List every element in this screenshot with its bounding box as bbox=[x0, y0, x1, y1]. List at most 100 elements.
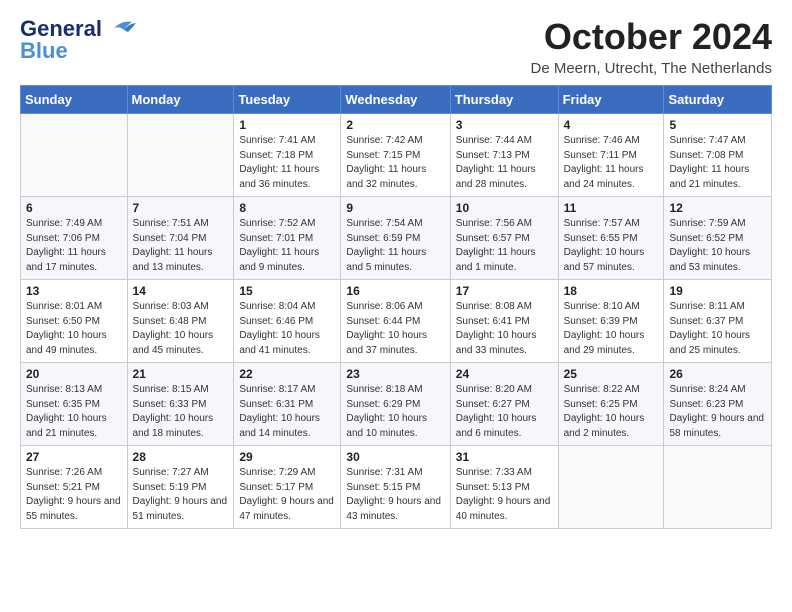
calendar-header-friday: Friday bbox=[558, 86, 664, 114]
day-info: Sunrise: 8:24 AMSunset: 6:23 PMDaylight:… bbox=[669, 383, 766, 441]
calendar-cell bbox=[558, 446, 664, 529]
day-number: 6 bbox=[26, 201, 122, 215]
calendar-header-saturday: Saturday bbox=[664, 86, 772, 114]
day-number: 19 bbox=[669, 284, 766, 298]
calendar-cell: 14 Sunrise: 8:03 AMSunset: 6:48 PMDayligh… bbox=[127, 280, 234, 363]
day-info: Sunrise: 8:13 AMSunset: 6:35 PMDaylight:… bbox=[26, 383, 122, 441]
month-title: October 2024 bbox=[530, 16, 772, 58]
calendar-week-row: 1Sunrise: 7:41 AMSunset: 7:18 PMDaylight… bbox=[21, 114, 772, 197]
day-info: Sunrise: 7:51 AMSunset: 7:04 PMDaylight:… bbox=[133, 217, 229, 275]
day-info: Sunrise: 8:04 AMSunset: 6:46 PMDaylight:… bbox=[239, 300, 335, 358]
calendar-cell bbox=[664, 446, 772, 529]
day-number: 20 bbox=[26, 367, 122, 381]
day-number: 29 bbox=[239, 450, 335, 464]
day-number: 12 bbox=[669, 201, 766, 215]
day-number: 24 bbox=[456, 367, 553, 381]
calendar-table: SundayMondayTuesdayWednesdayThursdayFrid… bbox=[20, 85, 772, 529]
logo-blue-text: Blue bbox=[20, 38, 68, 64]
day-info: Sunrise: 7:27 AMSunset: 5:19 PMDaylight:… bbox=[133, 466, 229, 524]
calendar-cell: 27 Sunrise: 7:26 AMSunset: 5:21 PMDayligh… bbox=[21, 446, 128, 529]
calendar-cell: 3 Sunrise: 7:44 AMSunset: 7:13 PMDaylight… bbox=[450, 114, 558, 197]
calendar-week-row: 20 Sunrise: 8:13 AMSunset: 6:35 PMDayligh… bbox=[21, 363, 772, 446]
calendar-cell: 17 Sunrise: 8:08 AMSunset: 6:41 PMDayligh… bbox=[450, 280, 558, 363]
calendar-cell bbox=[127, 114, 234, 197]
calendar-cell: 12 Sunrise: 7:59 AMSunset: 6:52 PMDayligh… bbox=[664, 197, 772, 280]
day-number: 21 bbox=[133, 367, 229, 381]
calendar-header-row: SundayMondayTuesdayWednesdayThursdayFrid… bbox=[21, 86, 772, 114]
calendar-header-thursday: Thursday bbox=[450, 86, 558, 114]
calendar-cell bbox=[21, 114, 128, 197]
day-info: Sunrise: 7:42 AMSunset: 7:15 PMDaylight:… bbox=[346, 134, 444, 192]
day-number: 27 bbox=[26, 450, 122, 464]
day-info: Sunrise: 7:56 AMSunset: 6:57 PMDaylight:… bbox=[456, 217, 553, 275]
day-info: Sunrise: 7:26 AMSunset: 5:21 PMDaylight:… bbox=[26, 466, 122, 524]
day-info: Sunrise: 7:52 AMSunset: 7:01 PMDaylight:… bbox=[239, 217, 335, 275]
calendar-header-wednesday: Wednesday bbox=[341, 86, 450, 114]
calendar-page: General Blue October 2024 De Meern, Utre… bbox=[0, 0, 792, 545]
calendar-cell: 29 Sunrise: 7:29 AMSunset: 5:17 PMDayligh… bbox=[234, 446, 341, 529]
calendar-cell: 4Sunrise: 7:46 AMSunset: 7:11 PMDaylight… bbox=[558, 114, 664, 197]
day-info: Sunrise: 8:08 AMSunset: 6:41 PMDaylight:… bbox=[456, 300, 553, 358]
day-info: Sunrise: 8:22 AMSunset: 6:25 PMDaylight:… bbox=[564, 383, 659, 441]
calendar-cell: 13 Sunrise: 8:01 AMSunset: 6:50 PMDayligh… bbox=[21, 280, 128, 363]
title-block: October 2024 De Meern, Utrecht, The Neth… bbox=[530, 16, 772, 77]
calendar-cell: 6 Sunrise: 7:49 AMSunset: 7:06 PMDaylight… bbox=[21, 197, 128, 280]
calendar-header-monday: Monday bbox=[127, 86, 234, 114]
day-info: Sunrise: 8:01 AMSunset: 6:50 PMDaylight:… bbox=[26, 300, 122, 358]
day-number: 13 bbox=[26, 284, 122, 298]
calendar-cell: 18 Sunrise: 8:10 AMSunset: 6:39 PMDayligh… bbox=[558, 280, 664, 363]
day-number: 11 bbox=[564, 201, 659, 215]
day-number: 3 bbox=[456, 118, 553, 132]
calendar-cell: 1Sunrise: 7:41 AMSunset: 7:18 PMDaylight… bbox=[234, 114, 341, 197]
day-info: Sunrise: 8:11 AMSunset: 6:37 PMDaylight:… bbox=[669, 300, 766, 358]
calendar-cell: 26 Sunrise: 8:24 AMSunset: 6:23 PMDayligh… bbox=[664, 363, 772, 446]
calendar-cell: 8 Sunrise: 7:52 AMSunset: 7:01 PMDaylight… bbox=[234, 197, 341, 280]
day-info: Sunrise: 7:54 AMSunset: 6:59 PMDaylight:… bbox=[346, 217, 444, 275]
day-info: Sunrise: 7:47 AMSunset: 7:08 PMDaylight:… bbox=[669, 134, 766, 192]
day-number: 26 bbox=[669, 367, 766, 381]
calendar-cell: 25Sunrise: 8:22 AMSunset: 6:25 PMDayligh… bbox=[558, 363, 664, 446]
day-number: 14 bbox=[133, 284, 229, 298]
day-number: 30 bbox=[346, 450, 444, 464]
day-info: Sunrise: 8:10 AMSunset: 6:39 PMDaylight:… bbox=[564, 300, 659, 358]
day-number: 5 bbox=[669, 118, 766, 132]
day-number: 18 bbox=[564, 284, 659, 298]
calendar-cell: 30 Sunrise: 7:31 AMSunset: 5:15 PMDayligh… bbox=[341, 446, 450, 529]
day-info: Sunrise: 8:03 AMSunset: 6:48 PMDaylight:… bbox=[133, 300, 229, 358]
calendar-week-row: 13 Sunrise: 8:01 AMSunset: 6:50 PMDayligh… bbox=[21, 280, 772, 363]
day-number: 28 bbox=[133, 450, 229, 464]
day-info: Sunrise: 7:57 AMSunset: 6:55 PMDaylight:… bbox=[564, 217, 659, 275]
day-info: Sunrise: 8:20 AMSunset: 6:27 PMDaylight:… bbox=[456, 383, 553, 441]
calendar-week-row: 6 Sunrise: 7:49 AMSunset: 7:06 PMDaylight… bbox=[21, 197, 772, 280]
day-number: 7 bbox=[133, 201, 229, 215]
calendar-cell: 11 Sunrise: 7:57 AMSunset: 6:55 PMDayligh… bbox=[558, 197, 664, 280]
day-number: 17 bbox=[456, 284, 553, 298]
calendar-header-sunday: Sunday bbox=[21, 86, 128, 114]
day-info: Sunrise: 7:41 AMSunset: 7:18 PMDaylight:… bbox=[239, 134, 335, 192]
day-info: Sunrise: 7:49 AMSunset: 7:06 PMDaylight:… bbox=[26, 217, 122, 275]
day-info: Sunrise: 8:17 AMSunset: 6:31 PMDaylight:… bbox=[239, 383, 335, 441]
calendar-cell: 15 Sunrise: 8:04 AMSunset: 6:46 PMDayligh… bbox=[234, 280, 341, 363]
logo: General Blue bbox=[20, 16, 136, 64]
calendar-header-tuesday: Tuesday bbox=[234, 86, 341, 114]
day-number: 23 bbox=[346, 367, 444, 381]
calendar-cell: 2Sunrise: 7:42 AMSunset: 7:15 PMDaylight… bbox=[341, 114, 450, 197]
calendar-cell: 19 Sunrise: 8:11 AMSunset: 6:37 PMDayligh… bbox=[664, 280, 772, 363]
day-info: Sunrise: 7:33 AMSunset: 5:13 PMDaylight:… bbox=[456, 466, 553, 524]
calendar-cell: 5 Sunrise: 7:47 AMSunset: 7:08 PMDaylight… bbox=[664, 114, 772, 197]
day-info: Sunrise: 7:59 AMSunset: 6:52 PMDaylight:… bbox=[669, 217, 766, 275]
calendar-cell: 23Sunrise: 8:18 AMSunset: 6:29 PMDayligh… bbox=[341, 363, 450, 446]
day-number: 31 bbox=[456, 450, 553, 464]
calendar-cell: 20 Sunrise: 8:13 AMSunset: 6:35 PMDayligh… bbox=[21, 363, 128, 446]
day-info: Sunrise: 8:15 AMSunset: 6:33 PMDaylight:… bbox=[133, 383, 229, 441]
day-number: 22 bbox=[239, 367, 335, 381]
day-info: Sunrise: 7:46 AMSunset: 7:11 PMDaylight:… bbox=[564, 134, 659, 192]
day-number: 8 bbox=[239, 201, 335, 215]
day-info: Sunrise: 7:29 AMSunset: 5:17 PMDaylight:… bbox=[239, 466, 335, 524]
day-number: 15 bbox=[239, 284, 335, 298]
logo-bird-icon bbox=[104, 18, 136, 40]
day-info: Sunrise: 7:44 AMSunset: 7:13 PMDaylight:… bbox=[456, 134, 553, 192]
day-number: 9 bbox=[346, 201, 444, 215]
calendar-cell: 10Sunrise: 7:56 AMSunset: 6:57 PMDayligh… bbox=[450, 197, 558, 280]
day-info: Sunrise: 7:31 AMSunset: 5:15 PMDaylight:… bbox=[346, 466, 444, 524]
